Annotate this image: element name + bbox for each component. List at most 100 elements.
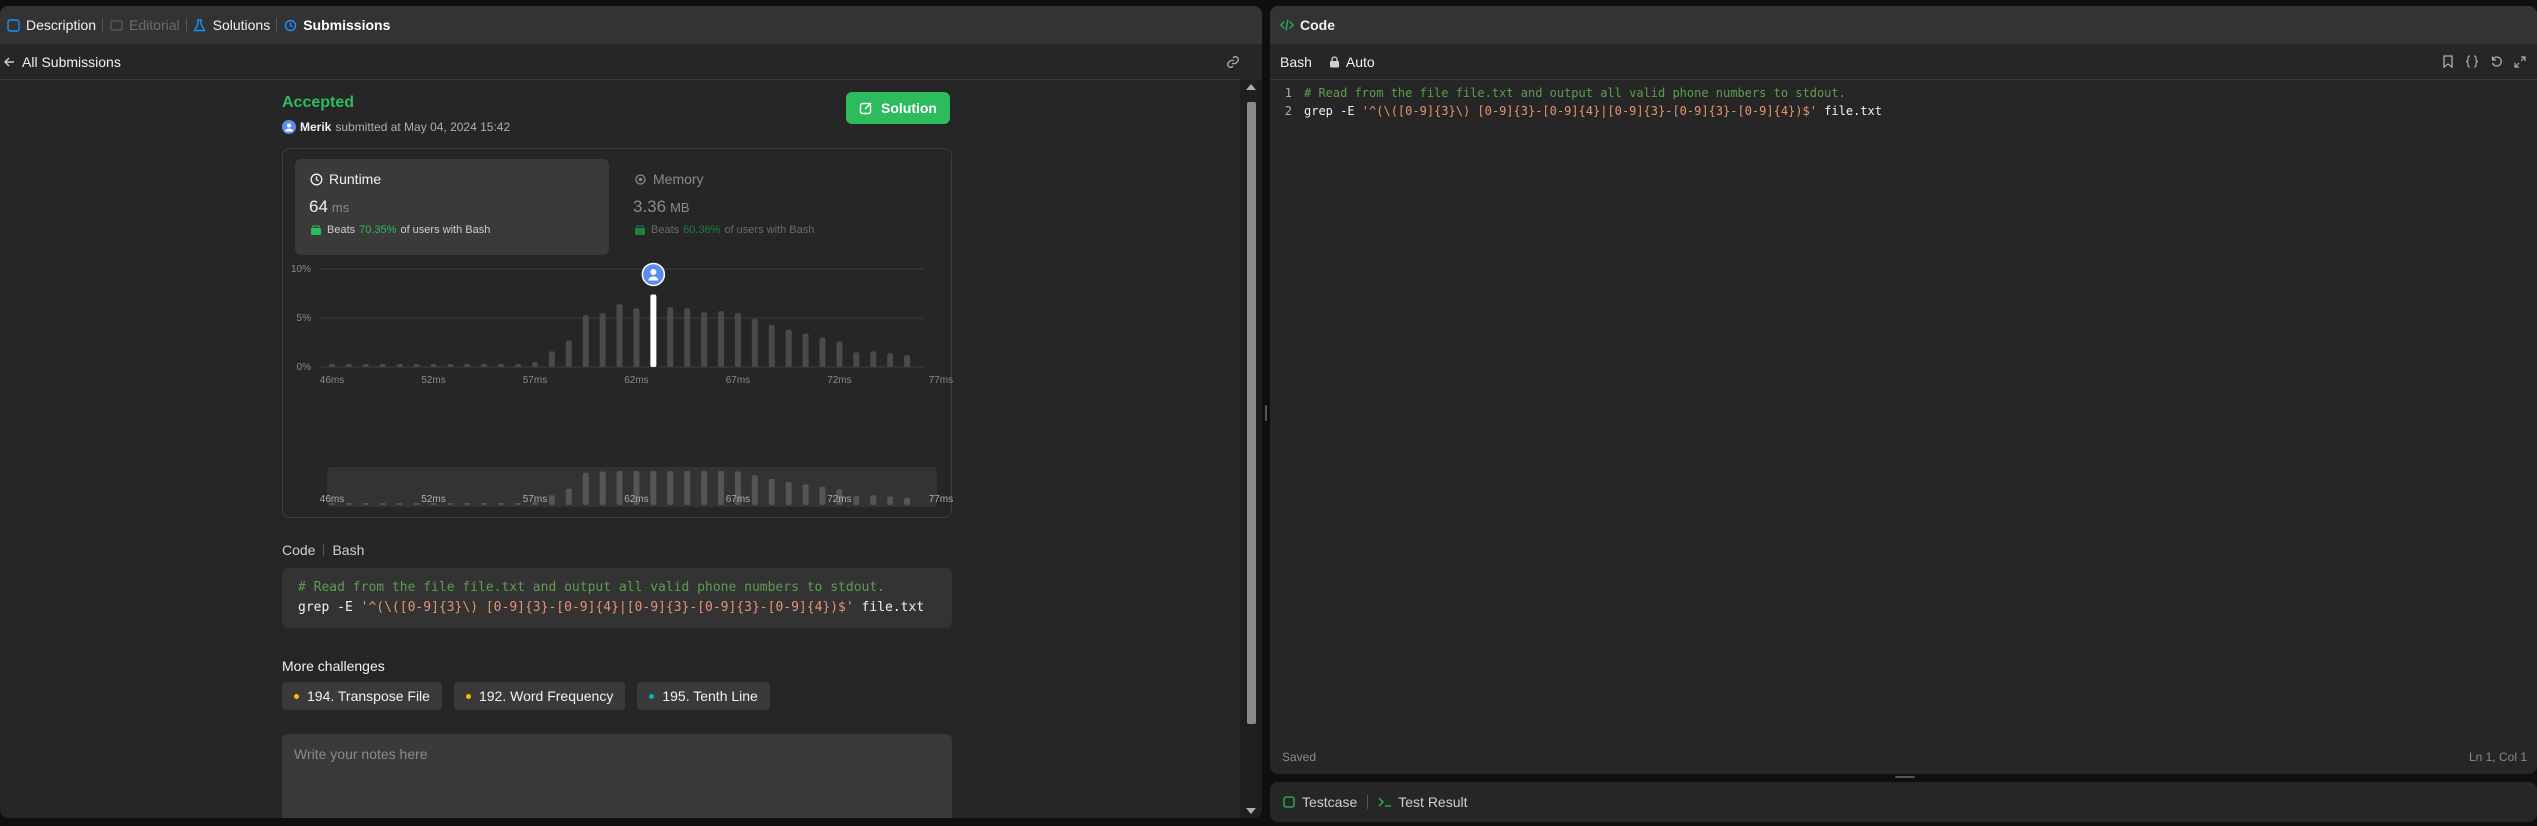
chart-bar[interactable] — [802, 333, 809, 367]
code-editor[interactable]: 1 # Read from the file file.txt and outpu… — [1270, 84, 2537, 120]
chart-bar[interactable] — [734, 313, 741, 367]
avatar[interactable] — [282, 120, 296, 134]
tab-editorial[interactable]: Editorial — [103, 6, 186, 44]
resize-grip[interactable] — [1265, 405, 1267, 421]
panel-resize-handle[interactable] — [1262, 0, 1270, 826]
x-tick-label: 72ms — [827, 375, 851, 386]
runtime-beats-pct: 70.35% — [359, 224, 397, 236]
tab-submissions-label: Submissions — [303, 17, 391, 33]
solution-button[interactable]: Solution — [846, 92, 950, 124]
runtime-title: Runtime — [329, 171, 382, 187]
left-panel: Description Editorial Solutions Submissi… — [0, 6, 1262, 818]
chart-bar[interactable] — [481, 364, 488, 367]
notes-input[interactable]: Write your notes here — [282, 734, 952, 818]
runtime-card[interactable]: Runtime 64 ms Beats 70.35% of users with … — [295, 159, 609, 255]
edit-icon — [859, 101, 873, 115]
x-tick-label: 52ms — [421, 375, 445, 386]
chart-bar[interactable] — [430, 364, 437, 367]
chart-bar[interactable] — [515, 364, 522, 367]
code-line-2: grep -E '^(\([0-9]{3}\) [0-9]{3}-[0-9]{4… — [298, 598, 936, 618]
chart-bar[interactable] — [345, 364, 352, 367]
highlight-bar[interactable] — [650, 294, 657, 367]
all-submissions-link[interactable]: All Submissions — [22, 54, 121, 70]
left-scrollbar[interactable] — [1240, 80, 1262, 818]
chart-bar[interactable] — [548, 351, 555, 367]
chart-bar[interactable] — [684, 308, 691, 367]
chart-bar[interactable] — [751, 318, 758, 367]
tab-test-result[interactable]: Test Result — [1378, 794, 1468, 810]
username[interactable]: Merik — [300, 120, 331, 134]
chart-bar[interactable] — [667, 307, 674, 367]
challenge-chip[interactable]: 194. Transpose File — [282, 682, 442, 710]
chart-bar[interactable] — [633, 308, 640, 367]
submitted-code: # Read from the file file.txt and output… — [282, 568, 952, 628]
chart-bar[interactable] — [413, 364, 420, 367]
auto-toggle[interactable]: Auto — [1328, 54, 1375, 70]
editor-actions — [2441, 55, 2527, 69]
expand-icon[interactable] — [2513, 55, 2527, 69]
submission-meta: Merik submitted at May 04, 2024 15:42 — [282, 120, 510, 134]
code-label-row: Code Bash — [282, 542, 364, 558]
chart-bar[interactable] — [718, 311, 725, 367]
chart-bar[interactable] — [870, 351, 877, 367]
chart-bar[interactable] — [785, 329, 792, 367]
chart-bar[interactable] — [531, 362, 538, 367]
chart-bar[interactable] — [819, 337, 826, 367]
link-icon[interactable] — [1226, 55, 1240, 69]
x-tick-label: 62ms — [624, 375, 648, 386]
chart-bar[interactable] — [887, 353, 894, 367]
line-number: 1 — [1284, 86, 1292, 100]
editor-toolbar: Bash Auto — [1270, 44, 2537, 80]
chip-icon — [633, 172, 647, 186]
tab-description[interactable]: Description — [0, 6, 102, 44]
bookmark-icon[interactable] — [2441, 55, 2455, 69]
memory-card[interactable]: Memory 3.36 MB Beats 60.36% of users with… — [619, 159, 933, 255]
chart-bar[interactable] — [853, 352, 860, 367]
arrow-left-icon[interactable] — [2, 55, 16, 69]
challenge-label: 194. Transpose File — [307, 688, 430, 704]
more-challenges-title: More challenges — [282, 658, 385, 674]
y-tick-label: 10% — [291, 264, 311, 275]
chart-bar[interactable] — [768, 324, 775, 367]
memory-value: 3.36 — [633, 197, 667, 216]
code-command: grep -E — [298, 600, 361, 615]
reset-icon[interactable] — [2489, 55, 2503, 69]
code-file: file.txt — [853, 600, 925, 615]
x-tick-label: 77ms — [929, 375, 953, 386]
scroll-down-icon[interactable] — [1246, 808, 1256, 814]
language-select[interactable]: Bash — [1280, 54, 1312, 70]
chart-bar[interactable] — [616, 304, 623, 367]
chart-bar[interactable] — [599, 313, 606, 367]
challenge-label: 195. Tenth Line — [662, 688, 758, 704]
chart-bar[interactable] — [447, 364, 454, 367]
chart-navigator[interactable] — [327, 467, 937, 507]
chart-bar[interactable] — [464, 364, 471, 367]
chart-bar[interactable] — [362, 364, 369, 367]
scroll-up-icon[interactable] — [1246, 84, 1256, 90]
history-icon — [283, 18, 297, 32]
tab-testcase-label: Testcase — [1302, 794, 1358, 810]
chart-bar[interactable] — [396, 364, 403, 367]
braces-icon[interactable] — [2465, 55, 2479, 69]
tab-submissions[interactable]: Submissions — [277, 6, 396, 44]
chart-bar[interactable] — [498, 364, 505, 367]
y-tick-label: 5% — [297, 313, 312, 324]
challenge-chip[interactable]: 192. Word Frequency — [453, 682, 626, 710]
memory-beats-pct: 60.36% — [683, 224, 721, 236]
x-tick-label: 46ms — [320, 375, 344, 386]
editor-line-1: # Read from the file file.txt and output… — [1304, 86, 1846, 100]
chart-bar[interactable] — [582, 315, 589, 367]
chart-bar[interactable] — [329, 364, 335, 367]
scrollbar-thumb[interactable] — [1247, 102, 1256, 724]
code-regex: '^(\([0-9]{3}\) [0-9]{3}-[0-9]{4}|[0-9]{… — [360, 600, 854, 615]
chart-bar[interactable] — [701, 312, 708, 367]
chart-bar[interactable] — [836, 341, 843, 367]
chart-bar[interactable] — [904, 355, 911, 367]
vertical-resize-grip[interactable] — [1895, 776, 1915, 778]
tab-testcase[interactable]: Testcase — [1282, 794, 1357, 810]
challenge-chip[interactable]: 195. Tenth Line — [637, 682, 770, 710]
tab-solutions[interactable]: Solutions — [187, 6, 277, 44]
chart-bar[interactable] — [379, 364, 386, 367]
chart-bar[interactable] — [565, 340, 572, 367]
code-lang: Bash — [332, 542, 365, 558]
